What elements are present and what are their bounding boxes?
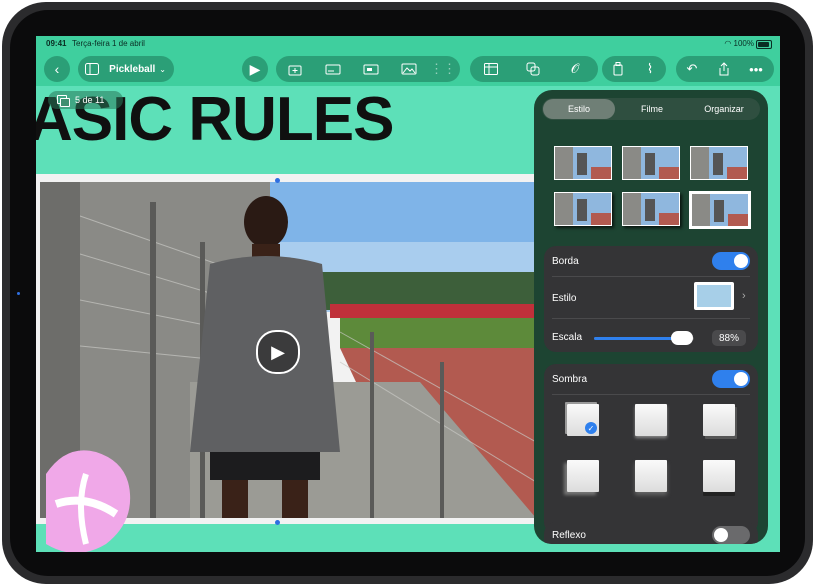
divider	[552, 318, 750, 319]
style-preset[interactable]	[690, 146, 748, 180]
share-icon[interactable]	[708, 56, 740, 82]
scale-value[interactable]: 88%	[712, 330, 746, 346]
video-play-button[interactable]: ▶	[256, 330, 300, 374]
slides-icon	[57, 94, 70, 107]
text-box-icon[interactable]	[314, 56, 352, 82]
shadow-option-selected[interactable]: ✓	[567, 404, 599, 436]
grid-icon[interactable]: ⋮⋮	[428, 56, 458, 82]
format-panel: Estilo Filme Organizar Borda Estilo › Es…	[534, 90, 768, 544]
decorative-shape	[46, 450, 131, 552]
slide-counter-text: 5 de 11	[75, 95, 105, 105]
attachment-icon[interactable]: 𝒪	[554, 56, 596, 82]
more-icon[interactable]: •••	[740, 56, 772, 82]
toolbar: ‹ Pickleball ⌄ ▶ ⋮⋮ 𝒪 ⌇ ↶ •••	[36, 52, 780, 86]
table-icon[interactable]	[470, 56, 512, 82]
selection-handle-bottom[interactable]	[275, 520, 280, 525]
play-icon[interactable]: ▶	[242, 56, 268, 82]
format-icon[interactable]	[602, 56, 634, 82]
style-preset[interactable]	[622, 146, 680, 180]
insert-group: ⋮⋮	[276, 56, 460, 82]
border-style-swatch[interactable]	[694, 282, 734, 310]
shadow-option[interactable]	[635, 404, 667, 436]
style-preset[interactable]	[622, 192, 680, 226]
chevron-right-icon[interactable]: ›	[742, 290, 746, 302]
checkmark-icon: ✓	[585, 422, 597, 434]
shadow-option[interactable]	[635, 460, 667, 492]
divider	[552, 276, 750, 277]
undo-icon[interactable]: ↶	[676, 56, 708, 82]
object-group: 𝒪	[470, 56, 598, 82]
slide-counter[interactable]: 5 de 11	[48, 91, 123, 109]
style-preset[interactable]	[554, 192, 612, 226]
camera-dot	[17, 292, 20, 295]
shadow-toggle[interactable]	[712, 370, 750, 388]
style-preset[interactable]	[554, 146, 612, 180]
tab-filme[interactable]: Filme	[616, 98, 688, 120]
status-bar: 09:41 Terça-feira 1 de abril ◠ 100%	[36, 36, 780, 52]
wifi-icon: ◠	[724, 39, 734, 48]
scale-slider-knob[interactable]	[671, 331, 693, 345]
status-date: Terça-feira 1 de abril	[72, 39, 145, 48]
reflection-toggle[interactable]	[712, 526, 750, 544]
format-tabs: Estilo Filme Organizar	[542, 98, 760, 120]
actions-group: ↶ •••	[676, 56, 774, 82]
media-icon[interactable]	[352, 56, 390, 82]
shadow-option[interactable]	[703, 404, 735, 436]
shadow-card: Sombra ✓	[544, 364, 758, 534]
image-icon[interactable]	[390, 56, 428, 82]
back-icon[interactable]: ‹	[44, 56, 70, 82]
document-title[interactable]: Pickleball	[109, 64, 155, 75]
battery-text: ◠ 100%	[724, 39, 754, 48]
document-menu[interactable]: Pickleball ⌄	[78, 56, 174, 82]
reflection-card: Reflexo	[544, 522, 758, 544]
shadow-option[interactable]	[703, 460, 735, 492]
selection-handle-top[interactable]	[275, 178, 280, 183]
brush-icon[interactable]: ⌇	[634, 56, 666, 82]
shapes-icon[interactable]	[512, 56, 554, 82]
battery-icon	[756, 40, 772, 49]
tab-organizar[interactable]: Organizar	[688, 98, 760, 120]
chevron-down-icon[interactable]: ⌄	[159, 65, 166, 74]
battery-percent: 100%	[733, 39, 754, 48]
border-toggle[interactable]	[712, 252, 750, 270]
sidebar-icon[interactable]	[78, 56, 105, 82]
style-preset-selected[interactable]	[689, 191, 751, 229]
add-slide-icon[interactable]	[276, 56, 314, 82]
format-group: ⌇	[602, 56, 666, 82]
screen: 09:41 Terça-feira 1 de abril ◠ 100% ‹ Pi…	[36, 36, 780, 552]
shadow-option[interactable]	[567, 460, 599, 492]
scale-slider-fill	[594, 337, 682, 340]
status-time: 09:41	[46, 39, 67, 48]
tab-estilo[interactable]: Estilo	[543, 99, 615, 119]
divider	[552, 394, 750, 395]
border-card: Borda Estilo › Escala 88%	[544, 246, 758, 352]
